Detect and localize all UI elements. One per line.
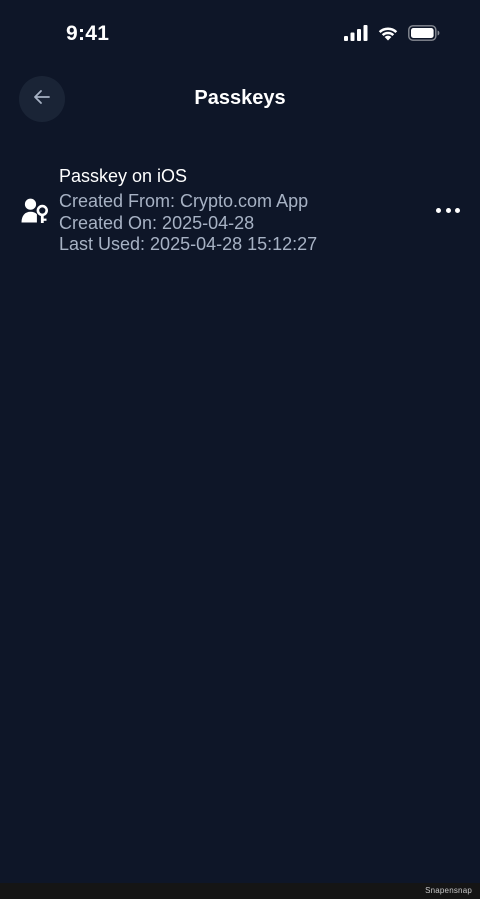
dot	[455, 207, 460, 213]
battery-icon	[408, 25, 440, 41]
passkey-list-item: Passkey on iOS Created From: Crypto.com …	[0, 162, 480, 262]
passkeys-screen: 9:41 Passkeys Passkey on iOS Created Fro…	[0, 0, 480, 899]
dot	[436, 207, 441, 213]
status-icons	[344, 25, 440, 41]
passkey-created-from: Created From: Crypto.com App	[59, 191, 309, 211]
status-bar: 9:41	[0, 0, 480, 72]
page-title: Passkeys	[194, 87, 286, 109]
passkey-last-used: Last Used: 2025-04-28 15:12:27	[59, 234, 318, 254]
wifi-icon	[377, 25, 399, 41]
passkey-name: Passkey on iOS	[59, 166, 188, 186]
user-key-icon	[21, 198, 49, 224]
passkey-created-on: Created On: 2025-04-28	[59, 212, 255, 233]
bottom-strip: Snapensnap	[0, 883, 480, 899]
passkey-details: Passkey on iOS Created From: Crypto.com …	[59, 164, 317, 256]
more-horizontal-icon	[436, 207, 460, 213]
header: Passkeys	[0, 76, 480, 122]
more-options-button[interactable]	[436, 200, 460, 220]
cellular-signal-icon	[344, 25, 368, 41]
status-time: 9:41	[66, 22, 110, 45]
dot	[445, 207, 451, 213]
watermark: Snapensnap	[425, 886, 472, 895]
